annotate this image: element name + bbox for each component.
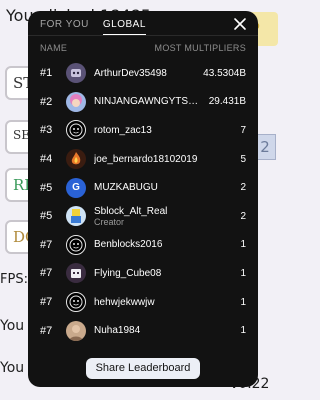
player-name: rotom_zac13	[94, 124, 152, 136]
rank-label: #7	[40, 238, 53, 251]
leaderboard-row[interactable]: #2 NINJANGAWNGYTSSLO... 29.431B	[28, 88, 258, 117]
player-name: Nuha1984	[94, 325, 141, 337]
player-score: 1	[240, 267, 246, 279]
leaderboard-tabs: FOR YOU GLOBAL	[40, 19, 146, 36]
rank-label: #3	[40, 124, 53, 137]
cube-character-avatar-icon	[66, 263, 86, 284]
player-name: joe_bernardo18102019	[94, 153, 198, 165]
leaderboard-list: #1 ArthurDev35498 43.5304B #2 NINJANGAWN…	[28, 59, 258, 345]
player-name: ArthurDev35498	[94, 67, 167, 79]
player-score: 1	[240, 239, 246, 251]
player-score: 29.431B	[208, 96, 246, 108]
tab-for-you[interactable]: FOR YOU	[40, 19, 89, 36]
rank-label: #5	[40, 181, 53, 194]
player-score: 1	[240, 296, 246, 308]
default-avatar-icon	[66, 120, 86, 141]
rank-label: #7	[40, 267, 53, 280]
default-avatar-icon	[66, 234, 86, 255]
rank-label: #5	[40, 210, 53, 223]
player-score: 1	[240, 325, 246, 337]
you-line-2: You	[0, 360, 25, 376]
pink-hair-avatar-icon	[66, 91, 86, 112]
leaderboard-row[interactable]: #7 Flying_Cube08 1	[28, 259, 258, 288]
default-avatar-icon	[66, 292, 86, 313]
column-name-label: NAME	[40, 43, 68, 53]
player-name: Benblocks2016	[94, 239, 163, 251]
fire-avatar-icon	[66, 149, 86, 170]
column-header: NAME MOST MULTIPLIERS	[40, 43, 246, 53]
creator-badge: Creator	[94, 216, 125, 227]
leaderboard-row[interactable]: #3 rotom_zac13 7	[28, 116, 258, 145]
player-name: MUZKABUGU	[94, 182, 158, 194]
player-name: NINJANGAWNGYTSSLO...	[94, 96, 203, 108]
close-icon[interactable]	[232, 16, 248, 32]
player-score: 2	[240, 210, 246, 222]
rank-label: #1	[40, 67, 53, 80]
player-score: 2	[240, 182, 246, 194]
tab-global[interactable]: GLOBAL	[102, 19, 146, 36]
tab-divider	[28, 35, 258, 36]
column-metric-label: MOST MULTIPLIERS	[154, 43, 246, 53]
leaderboard-modal: FOR YOU GLOBAL NAME MOST MULTIPLIERS #1 …	[28, 11, 258, 387]
leaderboard-row[interactable]: #7 Benblocks2016 1	[28, 231, 258, 260]
letter-avatar-icon: G	[66, 177, 86, 198]
leaderboard-row[interactable]: #7 hehwjekwwjw 1	[28, 288, 258, 317]
leaderboard-row[interactable]: #5 G MUZKABUGU 2	[28, 173, 258, 202]
player-name: Sblock_Alt_Real	[94, 205, 168, 217]
purple-robot-avatar-icon	[66, 63, 86, 84]
player-score: 5	[240, 153, 246, 165]
player-score: 43.5304B	[203, 67, 246, 79]
player-score: 7	[240, 124, 246, 136]
blocky-character-avatar-icon	[66, 206, 86, 227]
leaderboard-row[interactable]: #4 joe_bernardo18102019 5	[28, 145, 258, 174]
player-name: Flying_Cube08	[94, 267, 162, 279]
fps-label: FPS:	[0, 272, 28, 287]
share-leaderboard-button[interactable]: Share Leaderboard	[86, 358, 200, 379]
rank-label: #7	[40, 296, 53, 309]
leaderboard-row[interactable]: #5 Sblock_Alt_Real Creator 2	[28, 202, 258, 231]
photo-avatar-icon	[66, 320, 86, 341]
leaderboard-row[interactable]: #7 Nuha1984 1	[28, 316, 258, 345]
rank-label: #2	[40, 95, 53, 108]
leaderboard-row[interactable]: #1 ArthurDev35498 43.5304B	[28, 59, 258, 88]
rank-label: #4	[40, 153, 53, 166]
you-line-1: You	[0, 318, 25, 334]
player-name: hehwjekwwjw	[94, 296, 155, 308]
rank-label: #7	[40, 324, 53, 337]
